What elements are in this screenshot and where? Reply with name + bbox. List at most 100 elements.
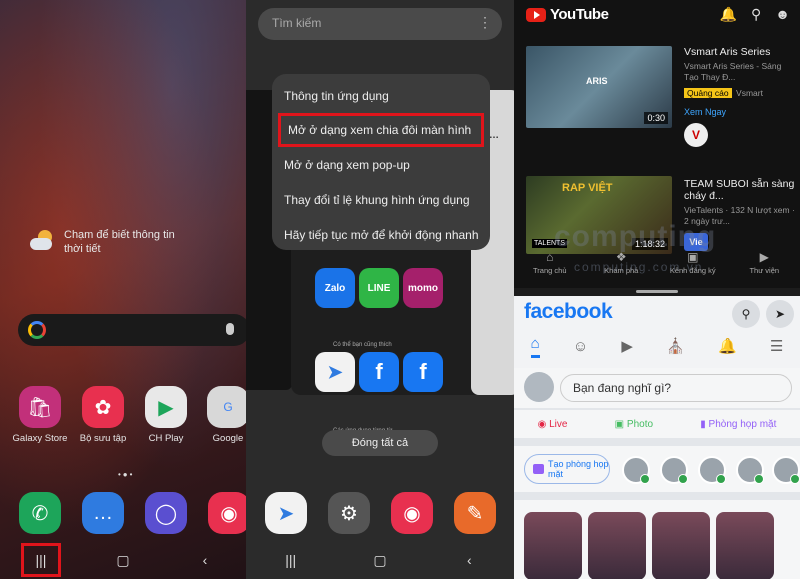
stories-row	[514, 500, 800, 579]
weather-widget[interactable]: Chạm để biết thông tin thời tiết	[28, 228, 194, 256]
menu-app-info[interactable]: Thông tin ứng dụng	[272, 78, 490, 113]
story-card[interactable]	[588, 512, 646, 579]
watch-icon[interactable]: ▶	[621, 337, 633, 355]
zalo-icon[interactable]: Zalo	[315, 268, 355, 308]
photo-button[interactable]: ▣ Photo	[615, 419, 653, 430]
app-label: CH Play	[148, 433, 184, 444]
library-icon: ▶	[759, 250, 769, 264]
advertiser: Vsmart	[736, 88, 763, 98]
recents-search-bar[interactable]: Tìm kiếm ⋮	[258, 8, 502, 40]
thumb-text: RAP VIỆT	[562, 182, 613, 194]
google-folder-icon: G	[207, 386, 246, 428]
line-icon[interactable]: LINE	[359, 268, 399, 308]
play-store-icon: ▶	[145, 386, 187, 428]
avatar[interactable]	[660, 456, 688, 484]
facebook-tabs: ⌂ ☺ ▶ ⛪ 🔔 ☰	[514, 330, 800, 362]
divider-handle[interactable]	[636, 290, 678, 293]
home-screen-panel: Chạm để biết thông tin thời tiết 🛍 Galax…	[0, 0, 246, 579]
avatar[interactable]	[772, 456, 800, 484]
app-ch-play[interactable]: ▶ CH Play	[138, 386, 194, 444]
bell-icon[interactable]: 🔔	[718, 337, 737, 355]
menu-popup-view[interactable]: Mở ở dạng xem pop-up	[272, 147, 490, 182]
app-options-menu: Thông tin ứng dụng Mở ở dạng xem chia đô…	[272, 74, 490, 250]
vsmart-logo-icon: V	[684, 123, 708, 147]
notes-icon[interactable]: ✎	[454, 492, 496, 534]
phone-icon[interactable]: ✆	[19, 492, 61, 534]
menu-split-screen[interactable]: Mở ở dạng xem chia đôi màn hình	[278, 113, 484, 147]
composer-input[interactable]: Bạn đang nghĩ gì?	[560, 374, 792, 402]
rooms-bar: Tạo phòng họp mặt	[514, 446, 800, 492]
bell-icon[interactable]: 🔔	[720, 6, 737, 23]
app-label: Google	[212, 433, 244, 444]
mic-icon[interactable]	[226, 323, 234, 335]
recent-apps-button[interactable]: |||	[271, 545, 311, 575]
composer-actions: ◉ Live ▣ Photo ▮ Phòng họp mặt	[514, 410, 800, 438]
watermark-sub: computing.com.vn	[574, 260, 704, 274]
back-button[interactable]: ‹	[449, 545, 489, 575]
youtube-play-icon	[526, 7, 546, 22]
browser-icon[interactable]: ◯	[145, 492, 187, 534]
facebook-logo[interactable]: facebook	[524, 300, 613, 324]
live-button[interactable]: ◉ Live	[538, 419, 568, 430]
settings-icon[interactable]: ⚙	[328, 492, 370, 534]
camera-icon[interactable]: ◉	[391, 492, 433, 534]
card-text: …	[489, 130, 499, 141]
video-thumbnail[interactable]: ARIS 0:30	[526, 46, 672, 128]
messenger-icon[interactable]: ➤	[265, 492, 307, 534]
home-button[interactable]: ▢	[360, 545, 400, 575]
split-divider[interactable]	[514, 288, 800, 296]
video-info[interactable]: Vsmart Aris Series Vsmart Aris Series - …	[684, 46, 796, 147]
avatar[interactable]	[524, 372, 554, 402]
home-icon[interactable]: ⌂	[530, 335, 540, 358]
search-icon[interactable]: ⚲	[751, 6, 761, 23]
weather-icon	[28, 228, 58, 254]
camera-icon[interactable]: ◉	[208, 492, 246, 534]
suggest-label: Có thể bạn cũng thích	[333, 342, 392, 348]
messages-icon[interactable]: …	[82, 492, 124, 534]
more-options-icon[interactable]: ⋮	[478, 14, 492, 31]
split-screen-panel: YouTube 🔔 ⚲ ☻ ARIS 0:30 Vsmart Aris Seri…	[514, 0, 800, 579]
home-button[interactable]: ▢	[103, 545, 143, 575]
story-card[interactable]	[716, 512, 774, 579]
friends-icon[interactable]: ☺	[573, 338, 588, 355]
menu-aspect-ratio[interactable]: Thay đổi tỉ lệ khung hình ứng dụng	[272, 182, 490, 217]
recents-panel: Tìm kiếm ⋮ Có thể bạn cũng thích Zalo LI…	[246, 0, 514, 579]
video-subtitle: Vsmart Aris Series - Sáng Tạo Thay Đ...	[684, 61, 782, 82]
bag-icon: 🛍	[19, 386, 61, 428]
avatar[interactable]	[736, 456, 764, 484]
create-room-button[interactable]: Tạo phòng họp mặt	[524, 454, 610, 484]
thumb-brand: ARIS	[586, 76, 608, 86]
app-google-folder[interactable]: G Google	[200, 386, 246, 444]
post-composer: Bạn đang nghĩ gì?	[514, 368, 800, 408]
avatar[interactable]	[698, 456, 726, 484]
messenger-icon[interactable]: ➤	[766, 300, 794, 328]
avatar[interactable]	[622, 456, 650, 484]
messenger-icon[interactable]: ➤	[315, 352, 355, 392]
watch-now-link[interactable]: Xem Ngay	[684, 107, 796, 117]
app-galaxy-store[interactable]: 🛍 Galaxy Store	[12, 386, 68, 444]
nav-library[interactable]: ▶ Thư viện	[734, 250, 794, 286]
close-all-button[interactable]: Đóng tất cả	[322, 430, 438, 456]
app-gallery[interactable]: ✿ Bộ sưu tập	[75, 386, 131, 444]
facebook-icon[interactable]: f	[403, 352, 443, 392]
momo-icon[interactable]: momo	[403, 268, 443, 308]
story-card[interactable]	[652, 512, 710, 579]
menu-keep-open[interactable]: Hãy tiếp tục mở để khởi động nhanh	[272, 217, 490, 252]
video-title: Vsmart Aris Series	[684, 46, 771, 58]
google-search-bar[interactable]	[18, 314, 246, 346]
recent-apps-button[interactable]: |||	[21, 543, 61, 577]
youtube-logo[interactable]: YouTube	[526, 6, 609, 23]
video-camera-icon	[533, 464, 544, 474]
story-card[interactable]	[524, 512, 582, 579]
room-button[interactable]: ▮ Phòng họp mặt	[700, 419, 776, 430]
page-indicator: •●•	[118, 470, 135, 479]
account-icon[interactable]: ☻	[775, 6, 790, 23]
back-button[interactable]: ‹	[185, 545, 225, 575]
marketplace-icon[interactable]: ⛪	[666, 337, 685, 355]
facebook-icon[interactable]: f	[359, 352, 399, 392]
nav-home[interactable]: ⌂ Trang chủ	[520, 250, 580, 286]
nav-bar: ||| ▢ ‹	[246, 541, 514, 579]
search-icon[interactable]: ⚲	[732, 300, 760, 328]
menu-icon[interactable]: ☰	[770, 337, 783, 355]
ad-badge: Quảng cáo	[684, 88, 732, 98]
